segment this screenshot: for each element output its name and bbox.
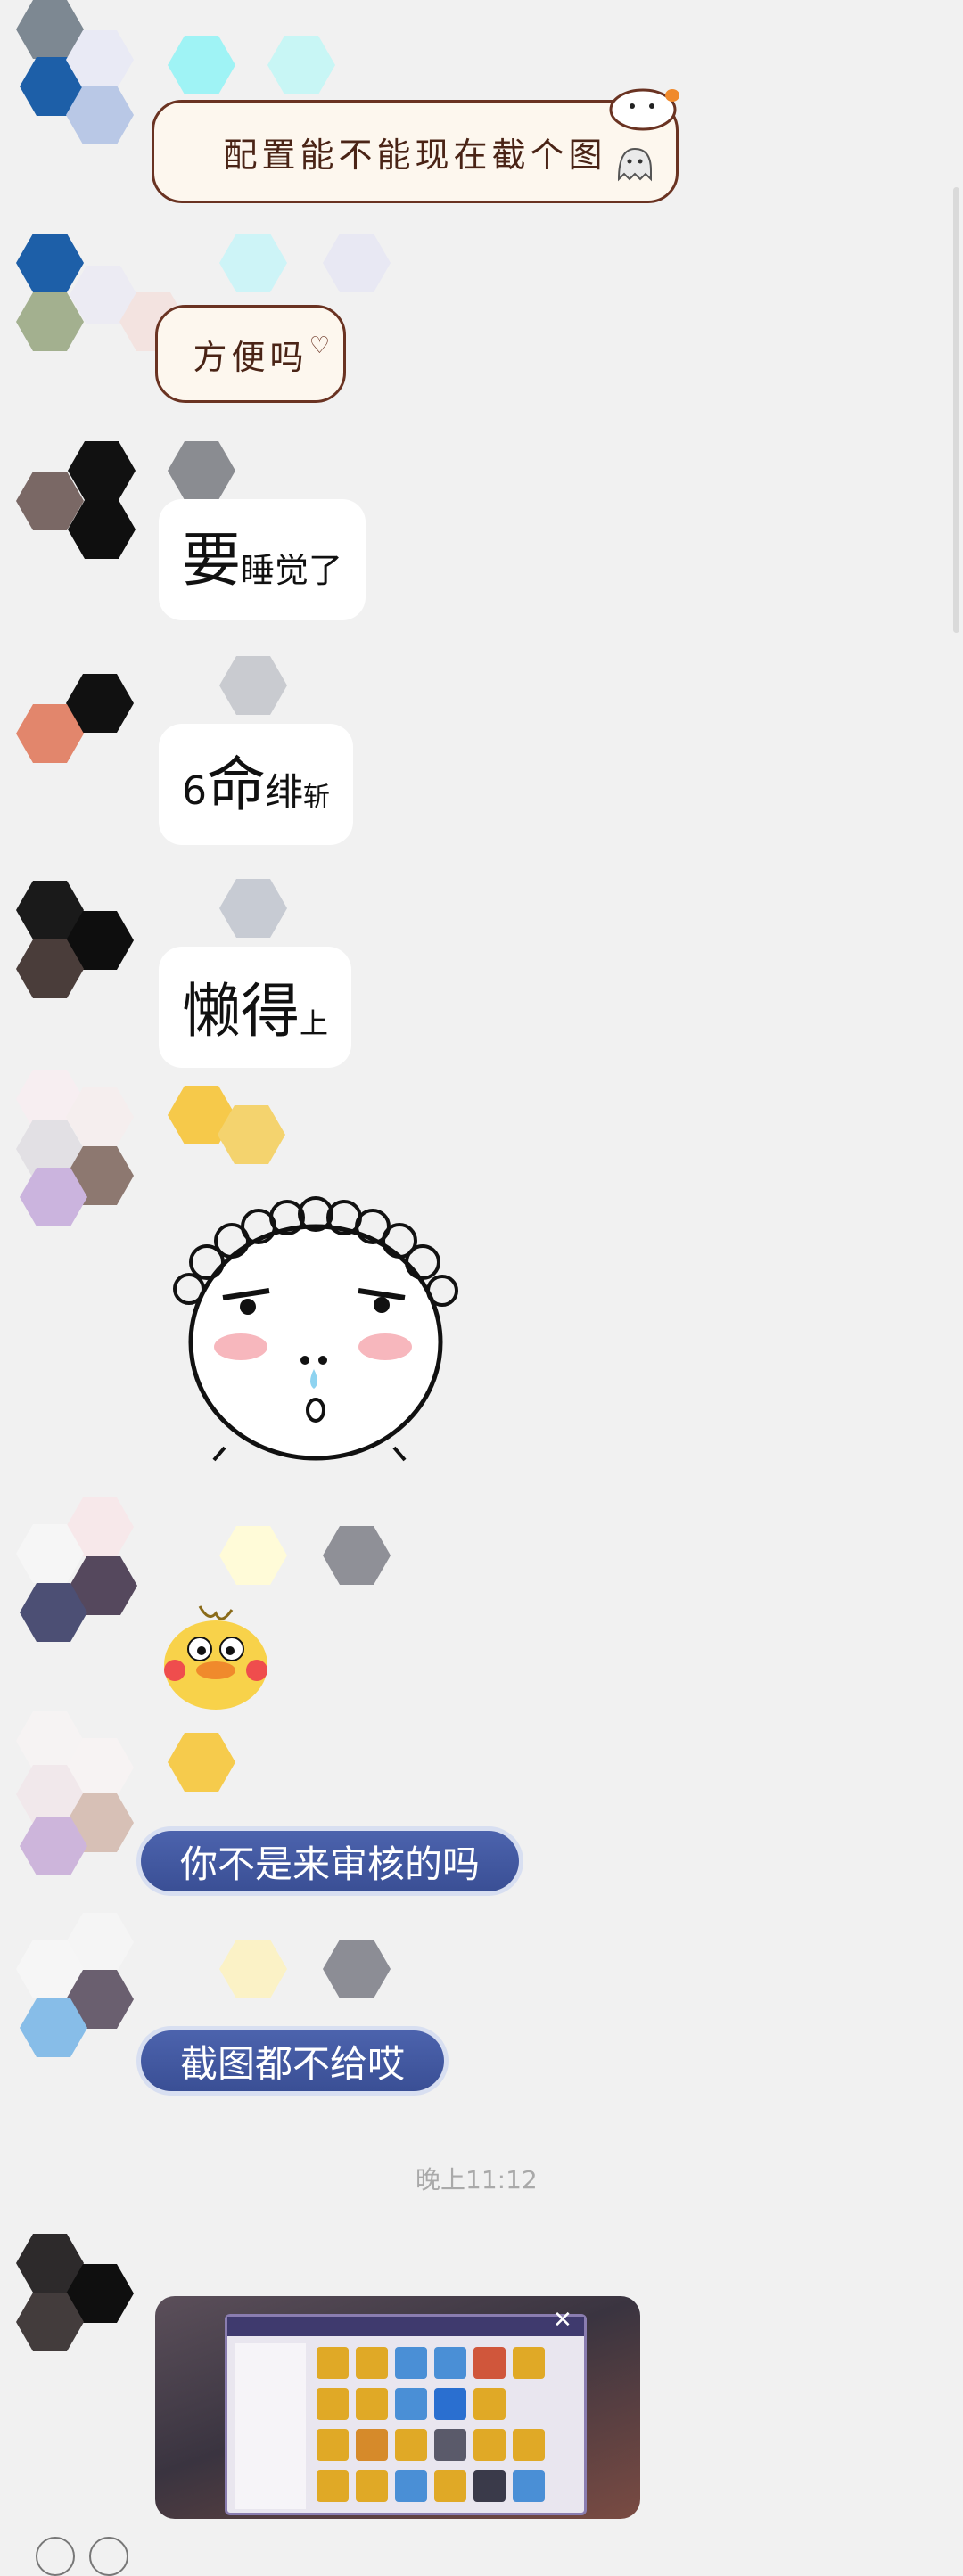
- avatar[interactable]: [16, 2234, 150, 2359]
- sender-name-mosaic: [168, 36, 364, 94]
- curly-hair-face-sticker[interactable]: [171, 1191, 465, 1467]
- avatar[interactable]: [16, 1711, 150, 1875]
- avatar[interactable]: [16, 0, 150, 144]
- message-text: 方便吗: [193, 337, 309, 377]
- hamster-icon: [609, 88, 679, 131]
- bottom-toolbar-icons: [36, 2537, 143, 2576]
- sender-name-mosaic: [168, 441, 239, 500]
- sender-name-mosaic: [219, 1526, 398, 1585]
- message-text: 懒得: [182, 977, 300, 1046]
- ghost-icon: [617, 147, 652, 182]
- message-bubble[interactable]: 要 睡觉了: [159, 499, 366, 620]
- sticker-text-bubble[interactable]: 配置能不能现在截个图: [152, 88, 679, 203]
- message-bubble[interactable]: 懒得 上: [159, 947, 352, 1068]
- avatar[interactable]: [16, 1913, 150, 2064]
- avatar[interactable]: [16, 674, 150, 781]
- sender-name-mosaic: [219, 234, 416, 292]
- timestamp: 晚上11:12: [416, 2165, 538, 2195]
- heart-icon: ♡: [309, 332, 334, 359]
- avatar[interactable]: [16, 441, 150, 566]
- message-bubble[interactable]: 截图都不给哎: [141, 2030, 445, 2091]
- message-text: 6: [182, 768, 207, 814]
- sender-name-mosaic: [168, 1733, 239, 1792]
- message-text: 你不是来审核的吗: [180, 1842, 481, 1886]
- message-text: 配置能不能现在截个图: [223, 135, 607, 175]
- avatar[interactable]: [16, 234, 187, 358]
- avatar[interactable]: [16, 881, 150, 1005]
- message-bubble[interactable]: 你不是来审核的吗: [141, 1831, 520, 1891]
- message-bubble[interactable]: 6 命 绯 斩: [159, 724, 354, 845]
- message-text: 绯: [266, 770, 304, 814]
- message-text: 睡觉了: [241, 551, 343, 590]
- avatar[interactable]: [16, 1497, 159, 1649]
- message-text: 要: [182, 526, 241, 595]
- sender-name-mosaic: [219, 656, 291, 715]
- yellow-duck-sticker[interactable]: [155, 1596, 276, 1711]
- sender-name-mosaic: [168, 1086, 301, 1164]
- message-text: 命: [207, 751, 266, 819]
- sender-name-mosaic: [219, 1940, 398, 1998]
- game-inventory-panel: [225, 2314, 587, 2515]
- game-screenshot-thumbnail[interactable]: ✕: [155, 2296, 640, 2519]
- message-text: 斩: [303, 782, 331, 813]
- message-text: 截图都不给哎: [180, 2041, 406, 2086]
- close-icon: ✕: [553, 2307, 572, 2334]
- sticker-text-bubble[interactable]: 方便吗 ♡: [155, 305, 346, 403]
- sender-name-mosaic: [219, 879, 291, 938]
- scrollbar[interactable]: [953, 187, 959, 633]
- message-text: 上: [300, 1006, 329, 1040]
- avatar[interactable]: [16, 1070, 150, 1226]
